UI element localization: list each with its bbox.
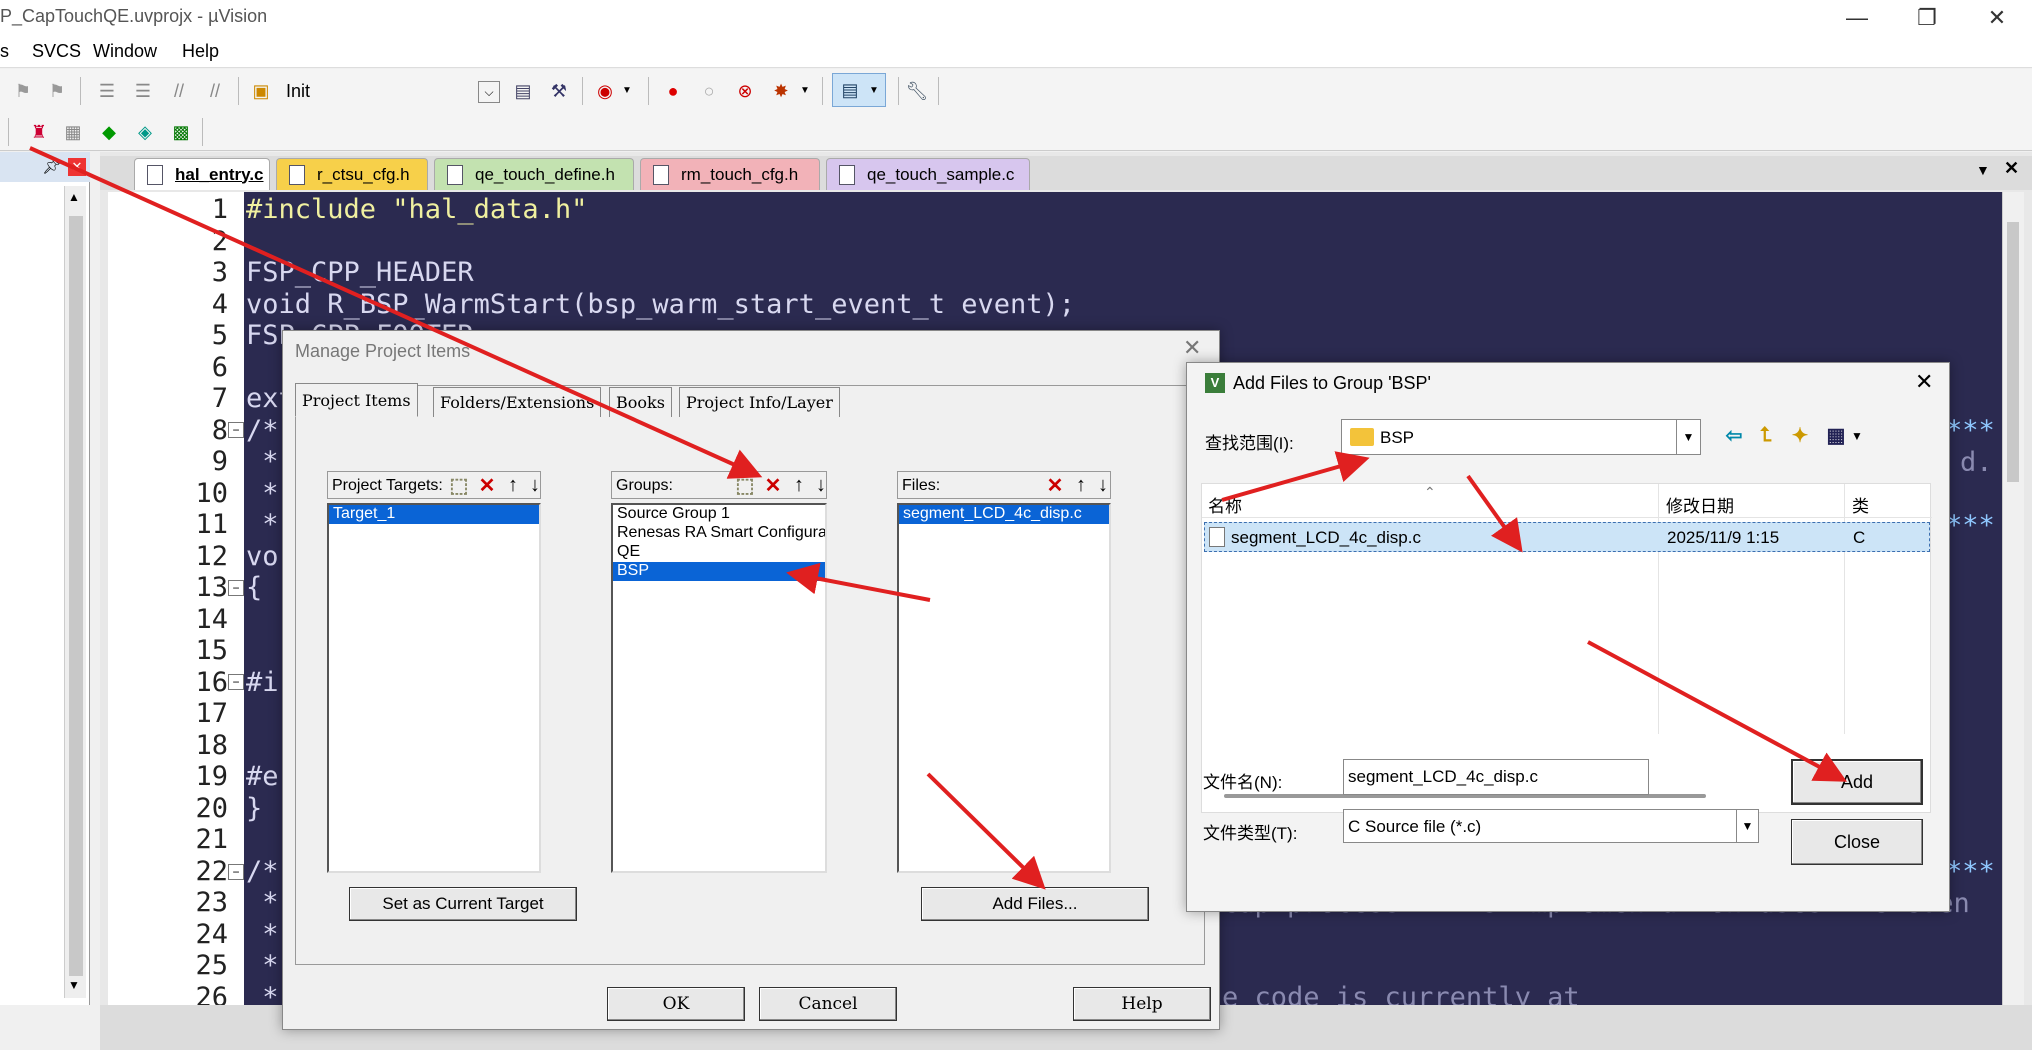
- annotation-arrow: [1587, 640, 1848, 782]
- annotation-arrow: [786, 562, 931, 602]
- annotation-arrow: [1466, 474, 1523, 553]
- annotation-arrows: [29, 146, 1848, 890]
- annotation-arrow: [1221, 451, 1370, 502]
- annotation-arrow: [926, 772, 1046, 890]
- annotation-arrow: [29, 146, 763, 479]
